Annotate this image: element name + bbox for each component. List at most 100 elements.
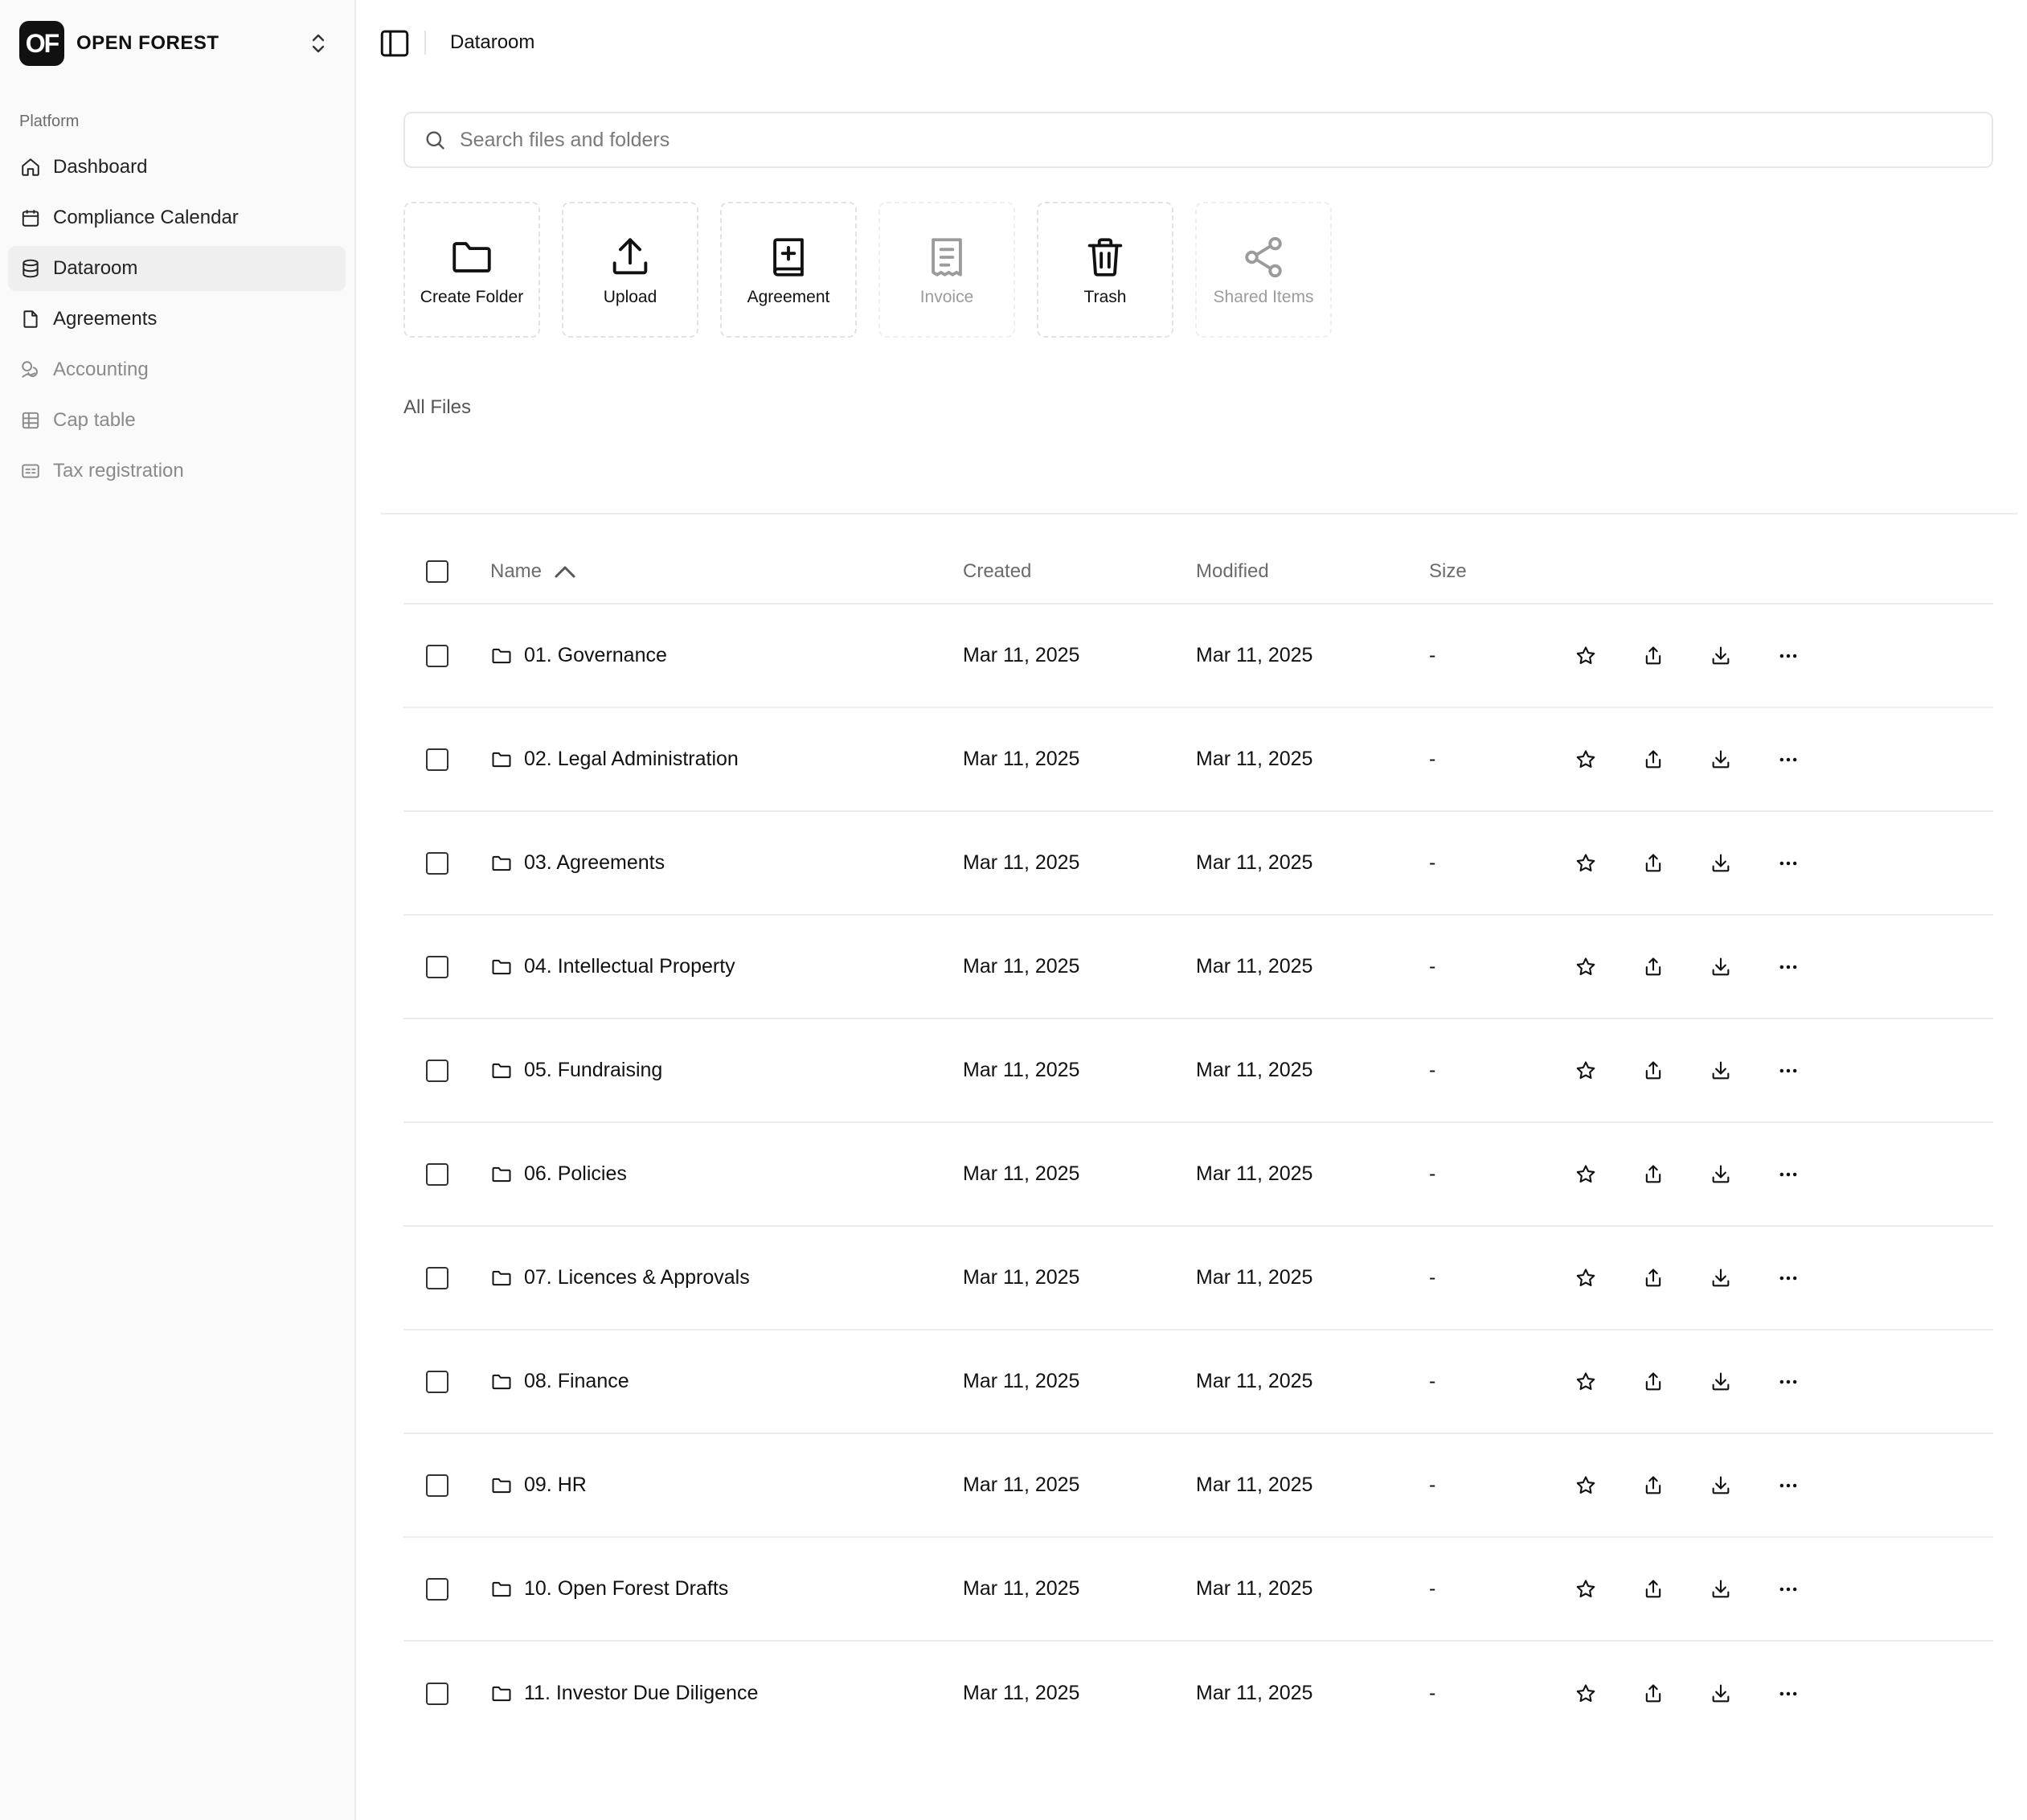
more-options-icon[interactable] (1772, 1470, 1804, 1502)
file-name[interactable]: 11. Investor Due Diligence (524, 1682, 758, 1705)
star-icon[interactable] (1570, 1573, 1602, 1605)
sidebar-item-tax-registration[interactable]: Tax registration (8, 449, 346, 494)
more-options-icon[interactable] (1772, 1055, 1804, 1087)
more-options-icon[interactable] (1772, 951, 1804, 983)
star-icon[interactable] (1570, 1366, 1602, 1398)
download-icon[interactable] (1705, 847, 1737, 879)
sidebar-item-dataroom[interactable]: Dataroom (8, 246, 346, 291)
file-name[interactable]: 08. Finance (524, 1370, 629, 1393)
more-options-icon[interactable] (1772, 1573, 1804, 1605)
star-icon[interactable] (1570, 1470, 1602, 1502)
column-header-name[interactable]: Name (490, 560, 963, 583)
table-row[interactable]: 01. Governance Mar 11, 2025 Mar 11, 2025… (403, 605, 1993, 708)
row-checkbox[interactable] (426, 748, 448, 771)
table-row[interactable]: 06. Policies Mar 11, 2025 Mar 11, 2025 - (403, 1123, 1993, 1227)
file-name[interactable]: 07. Licences & Approvals (524, 1266, 750, 1289)
star-icon[interactable] (1570, 744, 1602, 776)
download-icon[interactable] (1705, 1055, 1737, 1087)
table-row[interactable]: 05. Fundraising Mar 11, 2025 Mar 11, 202… (403, 1019, 1993, 1123)
row-checkbox[interactable] (426, 644, 448, 667)
table-row[interactable]: 10. Open Forest Drafts Mar 11, 2025 Mar … (403, 1538, 1993, 1642)
row-checkbox[interactable] (426, 1162, 448, 1186)
select-all-checkbox[interactable] (426, 560, 448, 583)
star-icon[interactable] (1570, 847, 1602, 879)
star-icon[interactable] (1570, 1678, 1602, 1710)
file-name[interactable]: 02. Legal Administration (524, 748, 739, 771)
row-checkbox[interactable] (426, 1266, 448, 1289)
column-header-size[interactable]: Size (1429, 560, 1570, 583)
more-options-icon[interactable] (1772, 847, 1804, 879)
download-icon[interactable] (1705, 1678, 1737, 1710)
chevrons-up-down-icon[interactable] (306, 27, 330, 59)
breadcrumb[interactable]: All Files (403, 396, 471, 419)
more-options-icon[interactable] (1772, 640, 1804, 672)
row-checkbox[interactable] (426, 1577, 448, 1601)
search-input[interactable] (460, 113, 1992, 166)
column-header-modified[interactable]: Modified (1196, 560, 1429, 583)
star-icon[interactable] (1570, 640, 1602, 672)
share-upload-icon[interactable] (1637, 1055, 1669, 1087)
shared-items-button[interactable]: Shared Items (1195, 202, 1332, 338)
table-row[interactable]: 04. Intellectual Property Mar 11, 2025 M… (403, 916, 1993, 1019)
workspace-switcher[interactable]: OF OPEN FOREST (19, 21, 337, 66)
table-row[interactable]: 03. Agreements Mar 11, 2025 Mar 11, 2025… (403, 812, 1993, 916)
sidebar-item-cap-table[interactable]: Cap table (8, 398, 346, 443)
more-options-icon[interactable] (1772, 1366, 1804, 1398)
share-upload-icon[interactable] (1637, 1573, 1669, 1605)
file-name[interactable]: 01. Governance (524, 644, 667, 667)
share-upload-icon[interactable] (1637, 1262, 1669, 1294)
file-name[interactable]: 05. Fundraising (524, 1059, 662, 1082)
share-upload-icon[interactable] (1637, 1470, 1669, 1502)
more-options-icon[interactable] (1772, 744, 1804, 776)
more-options-icon[interactable] (1772, 1678, 1804, 1710)
table-row[interactable]: 09. HR Mar 11, 2025 Mar 11, 2025 - (403, 1434, 1993, 1538)
download-icon[interactable] (1705, 640, 1737, 672)
star-icon[interactable] (1570, 1262, 1602, 1294)
table-row[interactable]: 11. Investor Due Diligence Mar 11, 2025 … (403, 1642, 1993, 1745)
file-name[interactable]: 06. Policies (524, 1162, 627, 1186)
column-header-created[interactable]: Created (963, 560, 1196, 583)
more-options-icon[interactable] (1772, 1158, 1804, 1191)
file-name[interactable]: 10. Open Forest Drafts (524, 1577, 728, 1601)
star-icon[interactable] (1570, 1158, 1602, 1191)
share-upload-icon[interactable] (1637, 640, 1669, 672)
upload-button[interactable]: Upload (562, 202, 698, 338)
download-icon[interactable] (1705, 1366, 1737, 1398)
table-row[interactable]: 02. Legal Administration Mar 11, 2025 Ma… (403, 708, 1993, 812)
file-name[interactable]: 09. HR (524, 1474, 587, 1497)
download-icon[interactable] (1705, 1158, 1737, 1191)
star-icon[interactable] (1570, 951, 1602, 983)
more-options-icon[interactable] (1772, 1262, 1804, 1294)
download-icon[interactable] (1705, 951, 1737, 983)
row-checkbox[interactable] (426, 1474, 448, 1497)
row-checkbox[interactable] (426, 1370, 448, 1393)
sidebar-toggle-icon[interactable] (378, 27, 412, 60)
download-icon[interactable] (1705, 1262, 1737, 1294)
share-upload-icon[interactable] (1637, 1678, 1669, 1710)
table-row[interactable]: 07. Licences & Approvals Mar 11, 2025 Ma… (403, 1227, 1993, 1330)
create-folder-button[interactable]: Create Folder (403, 202, 540, 338)
row-checkbox[interactable] (426, 1059, 448, 1082)
share-upload-icon[interactable] (1637, 1366, 1669, 1398)
share-upload-icon[interactable] (1637, 951, 1669, 983)
download-icon[interactable] (1705, 1573, 1737, 1605)
star-icon[interactable] (1570, 1055, 1602, 1087)
sidebar-item-compliance-calendar[interactable]: Compliance Calendar (8, 195, 346, 240)
share-upload-icon[interactable] (1637, 1158, 1669, 1191)
agreement-button[interactable]: Agreement (720, 202, 857, 338)
file-name[interactable]: 04. Intellectual Property (524, 955, 735, 978)
invoice-button[interactable]: Invoice (878, 202, 1015, 338)
file-name[interactable]: 03. Agreements (524, 851, 665, 875)
download-icon[interactable] (1705, 1470, 1737, 1502)
sidebar-item-agreements[interactable]: Agreements (8, 297, 346, 342)
row-checkbox[interactable] (426, 955, 448, 978)
sidebar-item-accounting[interactable]: Accounting (8, 347, 346, 392)
download-icon[interactable] (1705, 744, 1737, 776)
share-upload-icon[interactable] (1637, 744, 1669, 776)
row-checkbox[interactable] (426, 851, 448, 875)
table-row[interactable]: 08. Finance Mar 11, 2025 Mar 11, 2025 - (403, 1330, 1993, 1434)
sidebar-item-dashboard[interactable]: Dashboard (8, 145, 346, 190)
row-checkbox[interactable] (426, 1682, 448, 1705)
trash-button[interactable]: Trash (1037, 202, 1173, 338)
share-upload-icon[interactable] (1637, 847, 1669, 879)
